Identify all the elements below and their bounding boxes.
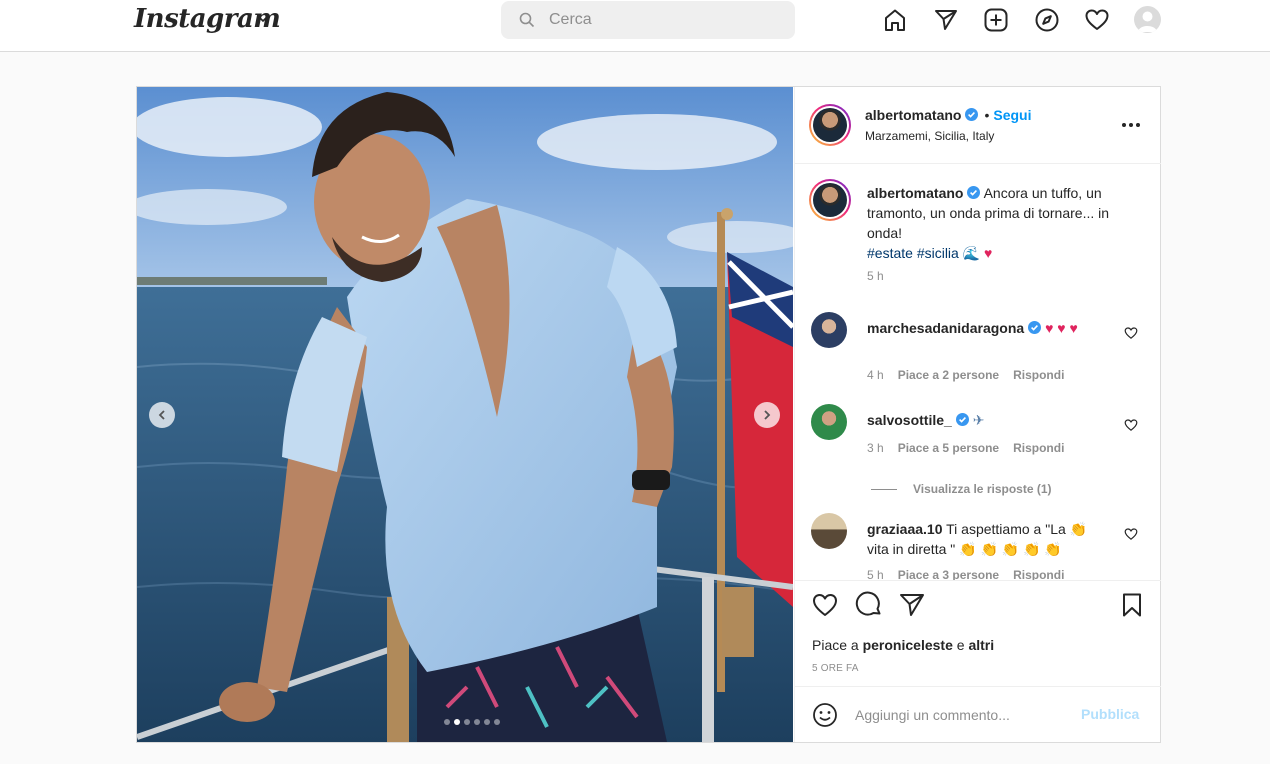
carousel-indicator — [444, 719, 500, 725]
top-navigation: Instagram — [0, 0, 1270, 52]
reply-button[interactable]: Rispondi — [1013, 441, 1064, 455]
comment-username[interactable]: salvosottile_ — [867, 412, 952, 428]
explore-icon[interactable] — [1034, 7, 1060, 33]
like-comment-icon[interactable] — [1124, 527, 1138, 541]
liked-by-prefix: Piace a — [812, 637, 859, 653]
verified-icon — [1028, 321, 1042, 334]
activity-heart-icon[interactable] — [1084, 7, 1110, 33]
more-options-icon[interactable] — [1119, 115, 1143, 135]
reply-button[interactable]: Rispondi — [1013, 568, 1064, 580]
carousel-dot — [494, 719, 500, 725]
comment-likes[interactable]: Piace a 3 persone — [898, 568, 999, 580]
like-comment-icon[interactable] — [1124, 326, 1138, 340]
carousel-dot — [484, 719, 490, 725]
verified-icon — [965, 108, 979, 121]
comment-time: 3 h — [867, 441, 884, 455]
comment-icon[interactable] — [855, 591, 883, 619]
save-bookmark-icon[interactable] — [1118, 591, 1146, 619]
like-comment-icon[interactable] — [1124, 418, 1138, 432]
commenter-avatar[interactable] — [811, 513, 847, 549]
liked-by-user[interactable]: peroniceleste — [863, 637, 953, 653]
view-replies-button[interactable]: Visualizza le risposte (1) — [871, 482, 1052, 496]
search-icon — [519, 12, 535, 28]
profile-avatar[interactable] — [1134, 6, 1161, 33]
like-icon[interactable] — [811, 591, 839, 619]
add-comment-bar: Pubblica — [795, 686, 1161, 742]
comment-text: ✈ — [972, 412, 985, 428]
post-sidebar: albertomatano • Segui Marzamemi, Sicilia, … — [794, 87, 1161, 742]
carousel-dot — [444, 719, 450, 725]
direct-icon[interactable] — [933, 7, 959, 33]
carousel-next-button[interactable] — [754, 402, 780, 428]
post-date[interactable]: 5 ORE FA — [812, 663, 859, 674]
author-username[interactable]: albertomatano — [865, 107, 961, 123]
commenter-avatar[interactable] — [811, 312, 847, 348]
post-header: albertomatano • Segui Marzamemi, Sicilia, … — [795, 87, 1161, 164]
comment-username[interactable]: graziaaa.10 — [867, 521, 943, 537]
liked-by: Piace a peroniceleste e altri — [812, 637, 994, 653]
comment-likes[interactable]: Piace a 2 persone — [898, 368, 999, 382]
separator-dot: • — [984, 107, 990, 123]
publish-button[interactable]: Pubblica — [1081, 706, 1139, 722]
author-avatar[interactable] — [809, 104, 851, 146]
carousel-prev-button[interactable] — [149, 402, 175, 428]
comment-input[interactable] — [855, 703, 1075, 727]
comment-time: 4 h — [867, 368, 884, 382]
caption-time: 5 h — [867, 269, 884, 283]
liked-by-conj: e — [956, 637, 965, 653]
post-location[interactable]: Marzamemi, Sicilia, Italy — [865, 129, 994, 143]
comment-likes[interactable]: Piace a 5 persone — [898, 441, 999, 455]
home-icon[interactable] — [882, 7, 908, 33]
carousel-dot — [474, 719, 480, 725]
view-replies-label: Visualizza le risposte (1) — [913, 482, 1052, 496]
carousel-dot — [454, 719, 460, 725]
carousel-dot — [464, 719, 470, 725]
post-card: albertomatano • Segui Marzamemi, Sicilia, … — [136, 86, 1161, 743]
caption-emojis: 🌊 ♥ — [962, 245, 993, 261]
chevron-left-icon — [158, 410, 165, 420]
photo-illustration — [137, 87, 793, 742]
verified-icon — [955, 413, 969, 426]
chevron-down-icon[interactable] — [256, 12, 270, 26]
comment-text: ♥ ♥ ♥ — [1045, 320, 1078, 336]
search-input[interactable] — [549, 9, 779, 31]
new-post-icon[interactable] — [983, 7, 1009, 33]
chevron-right-icon — [764, 410, 771, 420]
comments-list[interactable]: albertomatano Ancora un tuffo, un tramon… — [795, 165, 1161, 580]
post-photo[interactable] — [137, 87, 793, 742]
comment-time: 5 h — [867, 568, 884, 580]
caption-username[interactable]: albertomatano — [867, 185, 963, 201]
share-icon[interactable] — [898, 591, 926, 619]
reply-button[interactable]: Rispondi — [1013, 368, 1064, 382]
caption-hashtags[interactable]: #estate #sicilia — [867, 245, 959, 261]
verified-icon — [967, 186, 981, 199]
follow-button[interactable]: Segui — [993, 107, 1031, 123]
post-actions: Piace a peroniceleste e altri 5 ORE FA — [795, 580, 1161, 686]
liked-by-others[interactable]: altri — [968, 637, 994, 653]
emoji-icon[interactable] — [811, 701, 839, 729]
comment-username[interactable]: marchesadanidaragona — [867, 320, 1024, 336]
search-box[interactable] — [501, 1, 795, 39]
replies-divider — [871, 489, 897, 491]
commenter-avatar[interactable] — [811, 404, 847, 440]
caption-avatar[interactable] — [809, 179, 851, 221]
